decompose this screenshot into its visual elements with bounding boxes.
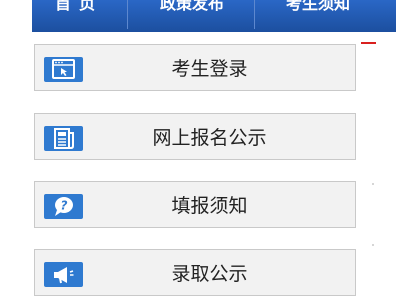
menu-item-online-registration-notice[interactable]: 网上报名公示 <box>34 113 356 160</box>
content-panel-dot <box>372 244 374 246</box>
content-panel-top-border <box>361 42 376 44</box>
top-navigation-bar: 首页 政策发布 考生须知 <box>32 0 396 32</box>
menu-item-label: 考生登录 <box>171 58 248 80</box>
nav-policy-release[interactable]: 政策发布 <box>128 0 255 29</box>
menu-item-admission-notice[interactable]: 录取公示 <box>34 249 356 296</box>
nav-home[interactable]: 首页 <box>32 0 128 29</box>
content-panel-dot <box>372 183 374 185</box>
nav-candidate-notice[interactable]: 考生须知 <box>255 0 350 29</box>
menu-item-label: 填报须知 <box>171 195 248 217</box>
menu-item-label: 网上报名公示 <box>152 127 267 149</box>
menu-item-candidate-login[interactable]: 考生登录 <box>34 44 356 91</box>
menu-item-label: 录取公示 <box>171 263 248 285</box>
menu-item-application-guidelines[interactable]: ? 填报须知 <box>34 181 356 228</box>
